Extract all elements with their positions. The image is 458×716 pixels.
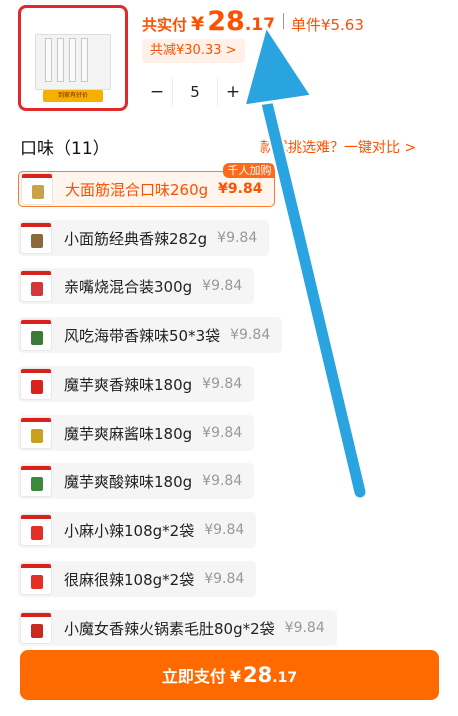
option-thumbnail-icon — [20, 417, 52, 449]
pay-now-button[interactable]: 立即支付 ¥ 28 .17 — [20, 650, 439, 700]
option-name: 风吃海带香辣味50*3袋 — [64, 326, 221, 345]
stick-image — [57, 38, 64, 82]
quantity-stepper[interactable]: − 5 + — [142, 77, 248, 107]
option-price: ¥9.84 — [218, 181, 263, 197]
option-name: 很麻很辣108g*2袋 — [64, 570, 195, 589]
option-item[interactable]: 小魔女香辣火锅素毛肚80g*2袋 ¥9.84 — [18, 610, 337, 646]
stick-image — [69, 38, 76, 82]
stick-image — [81, 38, 88, 82]
savings-badge[interactable]: 共减¥30.33 > — [142, 39, 245, 63]
option-thumbnail-icon — [20, 368, 52, 400]
option-thumbnail-icon — [20, 465, 52, 497]
divider — [282, 13, 284, 29]
option-name: 魔芋爽麻酱味180g — [64, 424, 193, 443]
flavor-section-title: 口味（11） — [20, 139, 110, 159]
option-price: ¥9.84 — [230, 327, 271, 343]
option-item[interactable]: 魔芋爽酸辣味180g ¥9.84 — [18, 463, 255, 499]
option-thumbnail-icon — [20, 222, 52, 254]
popular-badge: 千人加购 — [223, 163, 276, 178]
option-thumbnail-icon — [20, 270, 52, 302]
option-price: ¥9.84 — [204, 571, 245, 587]
total-label: 共实付 — [142, 16, 188, 34]
option-name: 小魔女香辣火锅素毛肚80g*2袋 — [64, 619, 275, 638]
quantity-value[interactable]: 5 — [172, 77, 218, 107]
pay-decimal: .17 — [272, 670, 298, 686]
pay-integer: 28 — [243, 663, 273, 687]
option-item[interactable]: 小麻小辣108g*2袋 ¥9.84 — [18, 512, 257, 548]
option-name: 亲嘴烧混合装300g — [64, 277, 193, 296]
thumb-tag: 到家有好价 — [43, 90, 103, 102]
product-thumbnail[interactable]: 到家有好价 — [18, 5, 128, 111]
option-name: 大面筋混合口味260g — [65, 180, 209, 199]
option-price: ¥9.84 — [202, 473, 243, 489]
option-thumbnail-icon — [20, 319, 52, 351]
option-item[interactable]: 很麻很辣108g*2袋 ¥9.84 — [18, 561, 257, 597]
option-name: 魔芋爽香辣味180g — [64, 375, 193, 394]
option-thumbnail-icon — [20, 612, 52, 644]
total-integer: 28 — [207, 6, 245, 37]
option-price: ¥9.84 — [217, 230, 258, 246]
option-name: 小麻小辣108g*2袋 — [64, 521, 195, 540]
option-thumbnail-icon — [20, 514, 52, 546]
option-price: ¥9.84 — [204, 522, 245, 538]
decrease-button[interactable]: − — [142, 77, 172, 107]
option-item[interactable]: 小面筋经典香辣282g ¥9.84 — [18, 220, 270, 256]
option-item[interactable]: 魔芋爽麻酱味180g ¥9.84 — [18, 415, 255, 451]
option-price: ¥9.84 — [202, 278, 243, 294]
option-name: 魔芋爽酸辣味180g — [64, 472, 193, 491]
option-name: 小面筋经典香辣282g — [64, 229, 208, 248]
option-price: ¥9.84 — [202, 425, 243, 441]
compare-link[interactable]: 款式挑选难？一键对比 > — [260, 137, 416, 157]
option-item[interactable]: 大面筋混合口味260g ¥9.84 千人加购 — [18, 163, 276, 207]
pay-currency: ¥ — [229, 667, 242, 686]
option-thumbnail-icon — [21, 173, 53, 205]
option-thumbnail-icon — [20, 563, 52, 595]
option-price: ¥9.84 — [284, 620, 325, 636]
total-price-line: 共实付 ¥ 28 .17 单件¥5.63 — [142, 6, 364, 37]
total-currency: ¥ — [191, 13, 205, 35]
pay-label: 立即支付 — [161, 667, 226, 686]
unit-price: 单件¥5.63 — [290, 16, 364, 34]
option-item[interactable]: 魔芋爽香辣味180g ¥9.84 — [18, 366, 255, 402]
increase-button[interactable]: + — [218, 77, 248, 107]
option-item[interactable]: 亲嘴烧混合装300g ¥9.84 — [18, 268, 255, 304]
total-decimal: .17 — [244, 15, 275, 35]
option-price: ¥9.84 — [202, 376, 243, 392]
option-item[interactable]: 风吃海带香辣味50*3袋 ¥9.84 — [18, 317, 283, 353]
stick-image — [45, 38, 52, 82]
